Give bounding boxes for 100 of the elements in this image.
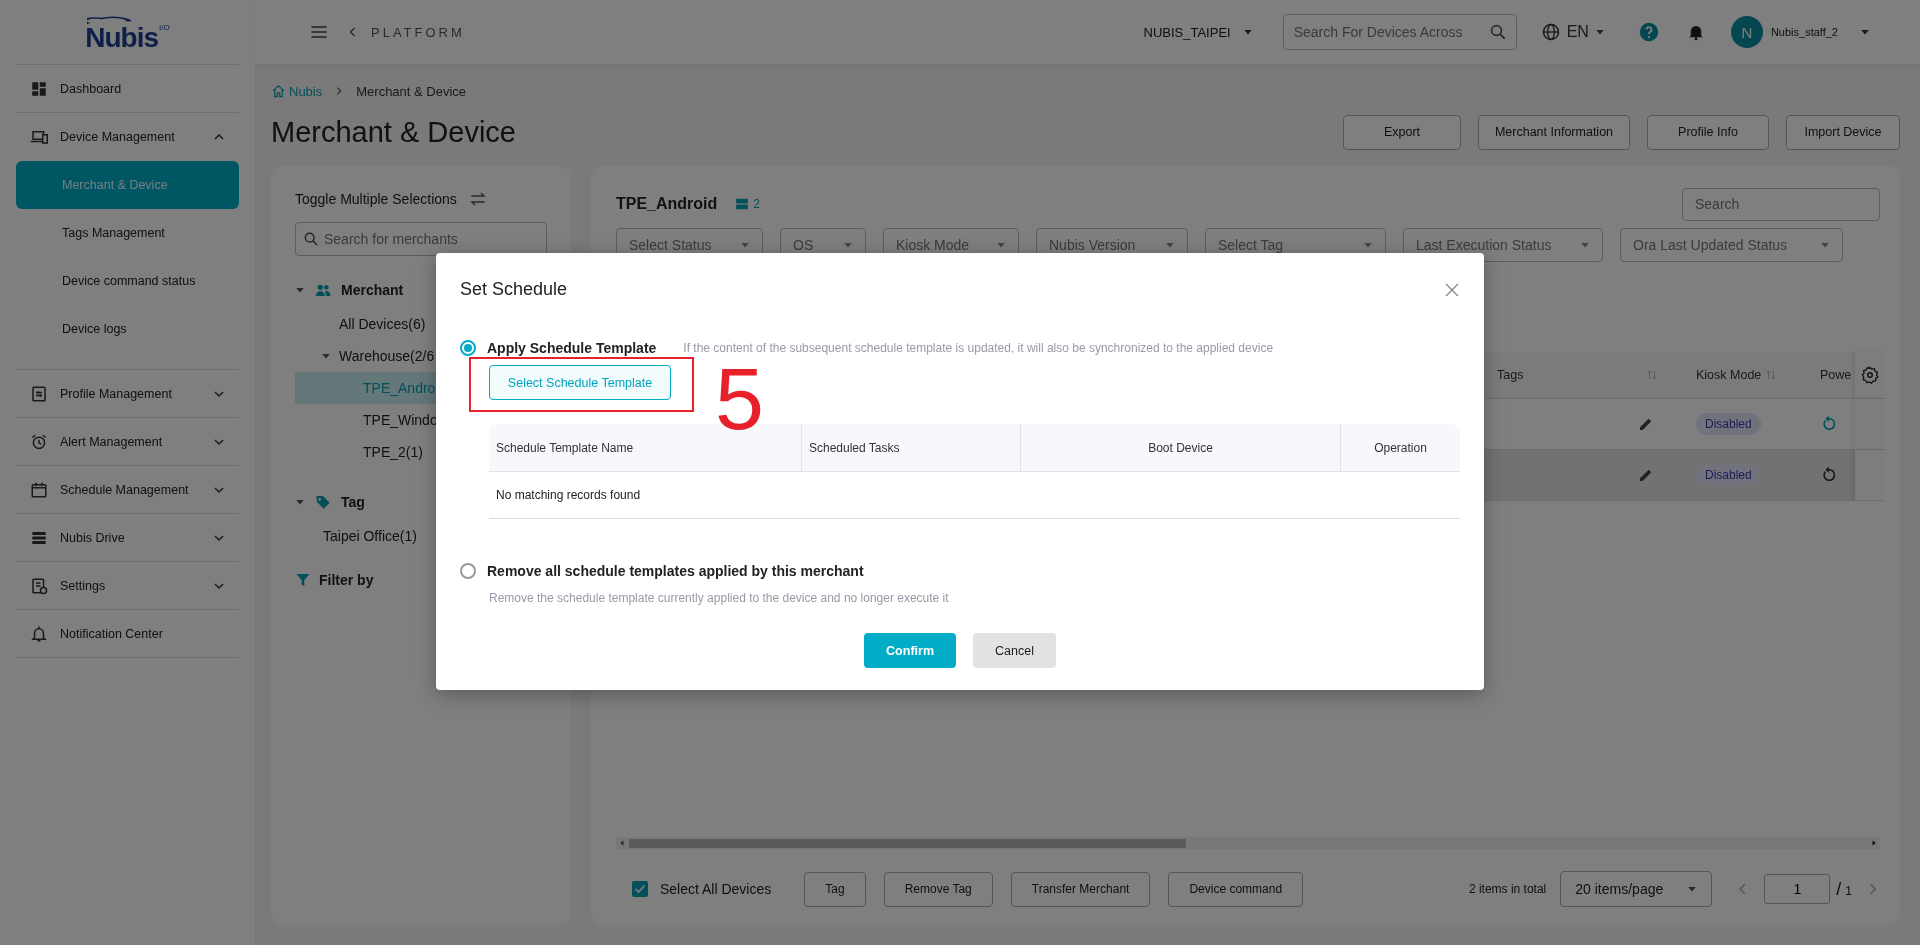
total-count: 2 items in total [1468, 882, 1547, 896]
help-icon[interactable] [1638, 22, 1659, 42]
settings-icon[interactable] [1861, 366, 1879, 384]
action-button[interactable]: Import Device [1786, 114, 1900, 150]
user-name: Nubis_staff_2 [1770, 26, 1838, 38]
merchant-search-field[interactable]: Search for merchants [295, 222, 547, 256]
column-header: Tags [1497, 368, 1525, 382]
search-icon [303, 231, 319, 247]
sidebar-item[interactable]: Alert Management [16, 418, 239, 466]
checkbox[interactable] [632, 881, 648, 897]
radio-button[interactable] [460, 340, 476, 356]
checkbox-label: Select All Devices [660, 881, 772, 897]
device-count: 2 [753, 197, 761, 211]
sidebar-item[interactable]: Device Management [16, 113, 239, 161]
logo-wordmark: Nubis [85, 24, 159, 52]
pencil-icon[interactable] [1638, 416, 1654, 432]
tag-icon [315, 494, 331, 510]
sidebar-subitem[interactable]: Device command status [16, 257, 239, 305]
sidebar-subitem[interactable]: Device logs [16, 305, 239, 353]
logo-superscript: I/O [159, 24, 170, 32]
caret-down-icon [843, 240, 853, 250]
filter-dropdown[interactable]: Ora Last Updated Status [1620, 228, 1843, 262]
back-link[interactable]: PLATFORM [371, 24, 465, 40]
action-button[interactable]: Export [1343, 114, 1461, 150]
sidebar-item[interactable]: Settings [16, 562, 239, 610]
devices-icon [30, 128, 48, 146]
device-search-field[interactable]: Search [1682, 187, 1880, 221]
caret-right-icon [1871, 840, 1877, 846]
avatar: N [1730, 16, 1763, 48]
radio-label: Apply Schedule Template [487, 340, 657, 356]
column-header: Boot Device [1020, 424, 1340, 472]
people-icon [315, 282, 331, 298]
tree-group-label[interactable]: Tag [341, 494, 365, 510]
caret-down-icon [1165, 240, 1175, 250]
caret-down-icon [1687, 884, 1698, 894]
option-description: Remove the schedule template currently applied to the device and no longer execute it [489, 591, 950, 605]
caret-down-icon [1363, 240, 1373, 250]
hint-text: If the content of the subsequent schedule template is updated, it will also be synchronized to the applied device [683, 341, 1274, 355]
user-menu[interactable]: N Nubis_staff_2 [1730, 16, 1870, 48]
radio-label: Remove all schedule templates applied by this merchant [487, 563, 864, 579]
page-input[interactable]: 1 [1764, 874, 1831, 904]
close-icon[interactable] [1444, 281, 1460, 298]
toggle-label: Toggle Multiple Selections [295, 191, 457, 207]
empty-message: No matching records found [489, 472, 1460, 519]
sidebar-item[interactable]: Notification Center [16, 610, 239, 658]
caret-down-icon [321, 351, 331, 361]
stack-icon [735, 197, 750, 211]
pencil-icon[interactable] [1638, 467, 1654, 483]
caret-down-icon[interactable] [295, 497, 305, 507]
organization-dropdown[interactable]: NUBIS_TAIPEI [1143, 24, 1253, 40]
sort-icon[interactable] [1646, 369, 1658, 381]
caret-down-icon [1242, 27, 1253, 37]
sidebar-item[interactable]: Profile Management [16, 370, 239, 418]
caret-down-icon [1580, 240, 1590, 250]
bulk-action-button[interactable]: Transfer Merchant [1010, 871, 1151, 907]
sort-icon[interactable] [1765, 369, 1778, 381]
caret-down-icon[interactable] [295, 285, 305, 295]
action-button[interactable]: Profile Info [1647, 114, 1769, 150]
document-icon [30, 576, 48, 595]
caret-down-icon [1594, 27, 1605, 37]
page-separator: / [1836, 878, 1842, 900]
status-badge: Disabled [1696, 464, 1761, 486]
column-header: Operation [1340, 424, 1460, 472]
tree-group-label[interactable]: Merchant [341, 282, 404, 298]
filter-icon [295, 572, 311, 588]
language-dropdown[interactable]: EN [1540, 22, 1605, 42]
confirm-button[interactable]: Confirm [864, 633, 956, 668]
globe-icon [1540, 22, 1561, 42]
page-title: Merchant & Device [271, 115, 517, 149]
bulk-action-button[interactable]: Tag [804, 871, 866, 907]
page-count: 1 [1845, 883, 1852, 898]
calendar-icon [30, 480, 48, 499]
refresh-icon[interactable] [1820, 415, 1838, 433]
caret-down-icon [996, 240, 1006, 250]
select-template-button[interactable]: Select Schedule Template [489, 365, 671, 400]
search-field[interactable]: Search For Devices Across [1282, 14, 1517, 50]
caret-down-icon [1860, 27, 1870, 37]
refresh-icon[interactable] [1820, 466, 1838, 484]
cancel-button[interactable]: Cancel [973, 633, 1056, 668]
caret-down-icon [740, 240, 750, 250]
dashboard-icon [30, 79, 48, 98]
document-icon [30, 384, 48, 403]
sidebar-item[interactable]: Nubis Drive [16, 514, 239, 562]
device-group-title: TPE_Android [616, 195, 718, 213]
column-header: Scheduled Tasks [801, 424, 1020, 472]
bulk-action-button[interactable]: Remove Tag [883, 871, 993, 907]
sidebar-item[interactable]: Dashboard [16, 65, 239, 113]
bell-icon [30, 624, 48, 643]
sidebar-item[interactable]: Schedule Management [16, 466, 239, 514]
filter-label: Filter by [319, 572, 374, 588]
swap-icon[interactable] [468, 190, 487, 208]
page-size-dropdown[interactable]: 20 items/page [1560, 871, 1713, 907]
bulk-action-button[interactable]: Device command [1168, 871, 1304, 907]
action-button[interactable]: Merchant Information [1478, 114, 1630, 150]
column-header: Kiosk Mode [1696, 368, 1762, 382]
sidebar-subitem[interactable]: Tags Management [16, 209, 239, 257]
horizontal-scrollbar[interactable] [616, 837, 1880, 849]
radio-button[interactable] [460, 563, 476, 579]
scrollbar-thumb[interactable] [629, 838, 1186, 848]
caret-left-icon [619, 840, 625, 846]
